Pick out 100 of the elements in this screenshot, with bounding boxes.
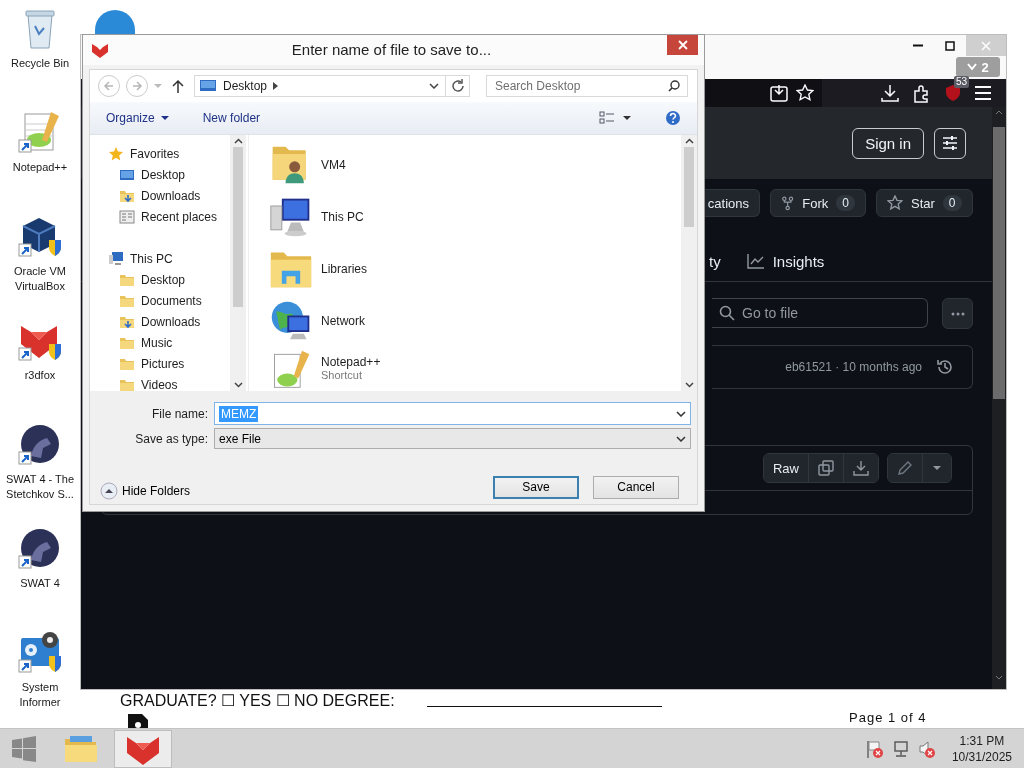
search-icon bbox=[719, 305, 735, 321]
refresh-icon bbox=[450, 79, 465, 93]
icon-label[interactable]: SWAT 4 - The Stetchkov S... bbox=[1, 472, 79, 502]
organize-menu[interactable]: Organize bbox=[100, 107, 175, 129]
sliders-icon bbox=[941, 134, 959, 152]
hide-folders-button[interactable]: Hide Folders bbox=[100, 482, 191, 500]
arrow-down-icon bbox=[684, 382, 694, 388]
scrollbar[interactable] bbox=[681, 135, 697, 391]
tree-item[interactable]: Downloads bbox=[90, 185, 201, 206]
file-name[interactable]: This PC bbox=[321, 210, 364, 224]
icon-label[interactable]: Oracle VM VirtualBox bbox=[1, 264, 79, 294]
copy-icon bbox=[818, 460, 834, 476]
tree-item[interactable]: Documents bbox=[90, 290, 202, 311]
notifications-button[interactable]: cations bbox=[704, 189, 760, 217]
chevron-down-icon[interactable] bbox=[429, 83, 439, 89]
sign-in-button[interactable]: Sign in bbox=[852, 127, 924, 159]
scrollbar-thumb[interactable] bbox=[684, 147, 694, 227]
tree-item[interactable]: Downloads bbox=[90, 311, 201, 332]
view-list-icon bbox=[599, 110, 617, 126]
star-button[interactable]: Star 0 bbox=[876, 189, 973, 217]
document-icon bbox=[126, 712, 150, 728]
taskbar-app[interactable] bbox=[114, 729, 172, 768]
clock-time[interactable]: 1:31 PM bbox=[959, 732, 1005, 749]
chevron-down-icon bbox=[676, 410, 686, 417]
file-type-dropdown[interactable]: exe File bbox=[214, 428, 691, 449]
close-button[interactable] bbox=[667, 35, 698, 55]
pencil-icon bbox=[897, 460, 913, 476]
download-icon[interactable] bbox=[880, 84, 900, 102]
close-icon bbox=[677, 40, 688, 50]
file-name[interactable]: Network bbox=[321, 314, 365, 328]
file-name[interactable]: VM4 bbox=[321, 158, 346, 172]
count-badge: 0 bbox=[836, 195, 855, 211]
dots-icon bbox=[950, 311, 965, 316]
gear-monitor-icon[interactable] bbox=[17, 630, 63, 676]
new-folder-button[interactable]: New folder bbox=[196, 107, 267, 129]
count-badge: 0 bbox=[942, 195, 962, 211]
computer-icon bbox=[108, 250, 124, 267]
file-type: Shortcut bbox=[321, 369, 363, 381]
search-field[interactable]: Go to file bbox=[712, 298, 928, 328]
address-bar[interactable]: Desktop bbox=[194, 75, 470, 97]
commit-info[interactable]: eb61521 · 10 months ago bbox=[785, 360, 922, 374]
scrollbar[interactable] bbox=[992, 107, 1006, 689]
icon-label[interactable]: Notepad++ bbox=[1, 160, 79, 175]
clock-date[interactable]: 10/31/2025 bbox=[951, 748, 1012, 765]
caret-icon bbox=[932, 465, 942, 471]
fork-button[interactable]: Fork 0 bbox=[770, 189, 866, 217]
save-page-icon[interactable] bbox=[770, 84, 788, 102]
location-text: Desktop bbox=[223, 79, 268, 93]
extension-badge: 53 bbox=[954, 76, 970, 88]
icon-label[interactable]: Recycle Bin bbox=[1, 56, 79, 71]
tree-item[interactable]: Desktop bbox=[90, 269, 186, 290]
chevron-right-icon bbox=[273, 82, 280, 90]
nav-tab[interactable]: Insights bbox=[746, 252, 825, 274]
star-icon bbox=[887, 195, 903, 211]
collapse-icon bbox=[100, 482, 118, 500]
edit-button[interactable] bbox=[888, 454, 923, 482]
scrollbar[interactable] bbox=[230, 135, 246, 391]
tree-item[interactable]: Favorites bbox=[90, 143, 180, 164]
arrow-right-icon bbox=[131, 80, 143, 92]
flag-icon[interactable] bbox=[865, 739, 884, 758]
caret-icon bbox=[623, 115, 631, 121]
minimize-icon bbox=[913, 44, 923, 47]
cancel-button[interactable]: Cancel bbox=[593, 475, 679, 499]
scrollbar-thumb[interactable] bbox=[233, 147, 243, 307]
more-button[interactable] bbox=[942, 298, 973, 329]
tree-item[interactable]: Music bbox=[90, 332, 173, 353]
scrollbar-thumb[interactable] bbox=[993, 127, 1005, 399]
nav-tab[interactable]: ty bbox=[709, 252, 721, 274]
arrow-down-icon bbox=[233, 382, 243, 388]
settings-button[interactable] bbox=[934, 127, 966, 159]
tree-item[interactable]: Videos bbox=[90, 374, 178, 391]
raw-button[interactable]: Raw bbox=[764, 454, 809, 482]
icon-label[interactable]: r3dfox bbox=[1, 368, 79, 383]
shield-icon[interactable] bbox=[944, 84, 962, 102]
graph-icon bbox=[746, 253, 765, 269]
recent-places-icon bbox=[119, 208, 135, 225]
arrow-up-icon bbox=[233, 138, 243, 144]
file-name[interactable]: Notepad++ bbox=[321, 355, 381, 369]
page-indicator: Page 1 of 4 bbox=[849, 710, 927, 725]
dialog-title: Enter name of file to save to... bbox=[290, 41, 493, 58]
tree-item[interactable]: Pictures bbox=[90, 353, 185, 374]
speaker-icon[interactable] bbox=[917, 739, 936, 758]
tree-item[interactable]: This PC bbox=[90, 248, 173, 269]
history-icon[interactable] bbox=[936, 358, 954, 376]
tree-item[interactable]: Recent places bbox=[90, 206, 218, 227]
tree-item[interactable]: Desktop bbox=[90, 164, 186, 185]
icon-label[interactable]: System Informer bbox=[1, 680, 79, 710]
field-label: File name: bbox=[150, 406, 209, 421]
help-icon bbox=[665, 110, 681, 126]
chevron-down-icon bbox=[967, 63, 978, 71]
caret-icon bbox=[154, 83, 162, 89]
file-name[interactable]: Libraries bbox=[321, 262, 368, 276]
save-button[interactable]: Save bbox=[493, 475, 579, 499]
caret-icon bbox=[160, 115, 169, 121]
menu-icon[interactable] bbox=[974, 85, 992, 101]
form-text: GRADUATE? ☐ YES ☐ NO DEGREE: bbox=[120, 691, 395, 710]
star-icon[interactable] bbox=[796, 84, 814, 102]
icon-label[interactable]: SWAT 4 bbox=[1, 576, 79, 591]
maximize-icon bbox=[945, 40, 955, 51]
arrow-left-icon bbox=[103, 80, 115, 92]
